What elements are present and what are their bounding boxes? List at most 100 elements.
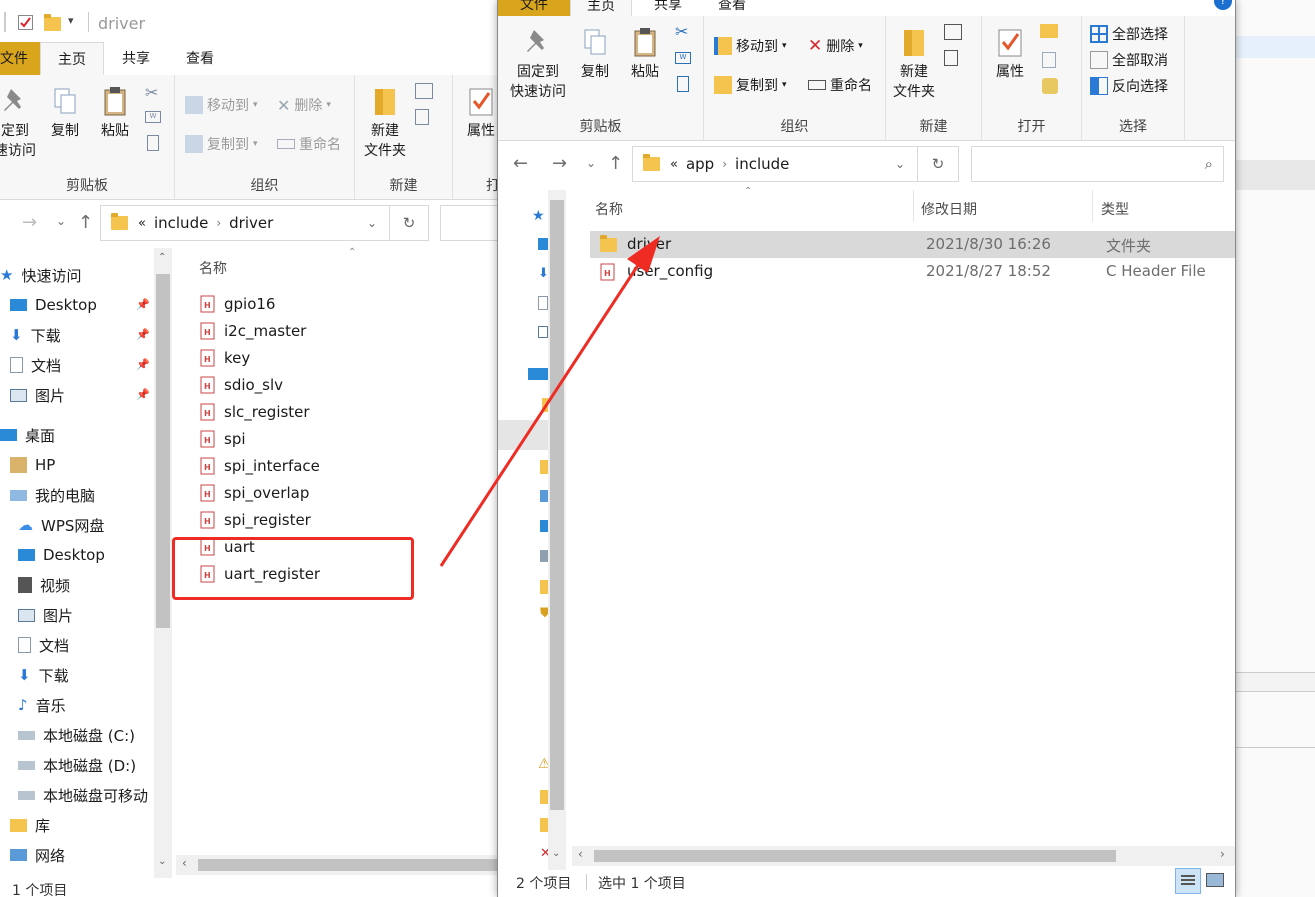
checkbox-icon[interactable] bbox=[18, 15, 33, 30]
file-row[interactable]: Huser_config 2021/8/27 18:52 C Header File bbox=[590, 258, 1235, 285]
picture-icon[interactable] bbox=[538, 326, 548, 338]
file-row[interactable]: Hspi_register bbox=[200, 506, 311, 533]
paste-shortcut-icon[interactable] bbox=[677, 76, 689, 92]
nav-item-hp[interactable]: HP bbox=[10, 450, 55, 480]
folder-icon[interactable] bbox=[540, 790, 548, 804]
copy-button[interactable]: 复制 bbox=[572, 26, 618, 82]
nav-item-music[interactable]: ♪ 音乐 bbox=[18, 690, 66, 720]
folder-icon[interactable] bbox=[540, 580, 548, 594]
search-input[interactable] bbox=[440, 205, 500, 241]
nav-scrollbar[interactable]: ⌄ bbox=[548, 190, 566, 870]
refresh-button[interactable]: ↻ bbox=[917, 146, 959, 182]
nav-item-pictures[interactable]: 图片 bbox=[10, 380, 65, 410]
up-icon[interactable]: ↑ bbox=[78, 212, 93, 233]
address-bar[interactable]: « include › driver ⌄ bbox=[100, 205, 390, 241]
nav-selected-item[interactable] bbox=[498, 420, 548, 450]
nav-item-quick-access[interactable]: ★ 快速访问 bbox=[0, 260, 81, 290]
large-icons-view-button[interactable] bbox=[1206, 873, 1224, 887]
paste-shortcut-icon[interactable] bbox=[147, 135, 159, 151]
column-header-type[interactable]: 类型 bbox=[1101, 199, 1129, 219]
address-overflow[interactable]: « bbox=[670, 157, 678, 172]
file-hscrollbar[interactable]: ‹ bbox=[176, 855, 500, 875]
file-hscroll-thumb[interactable] bbox=[594, 850, 1116, 862]
video-icon[interactable] bbox=[540, 550, 548, 562]
up-icon[interactable]: ↑ bbox=[608, 153, 623, 174]
move-to-button[interactable]: 移动到 ▾ bbox=[714, 36, 787, 56]
back-icon[interactable]: ← bbox=[513, 153, 528, 174]
delete-button[interactable]: ✕ 删除 ▾ bbox=[808, 36, 863, 56]
nav-item-my-computer[interactable]: 我的电脑 bbox=[10, 480, 95, 510]
refresh-button[interactable]: ↻ bbox=[389, 205, 429, 241]
copy-to-button[interactable]: 复制到 ▾ bbox=[714, 75, 787, 95]
folder-icon[interactable] bbox=[540, 818, 548, 832]
address-part-include[interactable]: include bbox=[154, 214, 208, 232]
forward-icon[interactable]: → bbox=[552, 153, 567, 174]
properties-button[interactable]: 属性 bbox=[988, 26, 1032, 82]
nav-item-desktop[interactable]: Desktop bbox=[10, 290, 97, 320]
desktop-icon[interactable] bbox=[528, 368, 548, 380]
file-row[interactable]: Hspi_interface bbox=[200, 452, 320, 479]
nav-item-network[interactable]: 网络 bbox=[10, 840, 65, 870]
history-icon[interactable] bbox=[1042, 78, 1058, 94]
tab-view[interactable]: 查看 bbox=[168, 42, 232, 76]
column-header-name[interactable]: 名称 bbox=[199, 258, 227, 278]
star-icon[interactable]: ★ bbox=[532, 208, 545, 224]
nav-item-desktop-root[interactable]: 桌面 bbox=[0, 420, 55, 450]
file-row[interactable]: Hspi bbox=[200, 425, 246, 452]
new-item-icon[interactable] bbox=[944, 24, 962, 40]
paste-button[interactable]: 粘贴 bbox=[92, 85, 138, 141]
tab-home[interactable]: 主页 bbox=[40, 42, 104, 76]
new-folder-button[interactable]: 新建 文件夹 bbox=[888, 26, 940, 102]
rename-button[interactable]: 重命名 bbox=[808, 75, 872, 95]
nav-scroll-thumb[interactable] bbox=[156, 274, 170, 628]
scroll-up-icon[interactable]: ⌃ bbox=[158, 252, 166, 263]
select-none-button[interactable]: 全部取消 bbox=[1090, 50, 1168, 70]
scroll-right-icon[interactable]: › bbox=[1220, 847, 1225, 861]
address-overflow[interactable]: « bbox=[138, 216, 146, 231]
nav-scroll-thumb[interactable] bbox=[550, 200, 564, 810]
file-row[interactable]: Hgpio16 bbox=[200, 290, 275, 317]
address-part-include[interactable]: include bbox=[735, 155, 789, 173]
folder-icon[interactable] bbox=[540, 460, 548, 474]
address-dropdown-icon[interactable]: ⌄ bbox=[367, 216, 377, 230]
desktop-icon[interactable] bbox=[538, 238, 548, 250]
address-bar[interactable]: « app › include ⌄ bbox=[632, 146, 918, 182]
file-row[interactable]: Hi2c_master bbox=[200, 317, 306, 344]
column-header-date[interactable]: 修改日期 bbox=[921, 199, 977, 219]
nav-item-downloads[interactable]: ⬇ 下载 bbox=[10, 320, 61, 350]
delete-button[interactable]: ✕ 删除 ▾ bbox=[277, 95, 331, 115]
new-folder-button[interactable]: 新建 文件夹 bbox=[359, 85, 411, 161]
copy-button[interactable]: 复制 bbox=[42, 85, 88, 141]
cut-icon[interactable]: ✂ bbox=[675, 22, 688, 41]
document-icon[interactable] bbox=[538, 296, 548, 310]
recent-dropdown-icon[interactable]: ⌄ bbox=[56, 214, 66, 228]
invert-selection-button[interactable]: 反向选择 bbox=[1090, 76, 1168, 96]
properties-button[interactable]: 属性 bbox=[459, 85, 500, 141]
nav-item-downloads-2[interactable]: ⬇ 下载 bbox=[18, 660, 69, 690]
file-hscrollbar[interactable]: ‹ › bbox=[572, 846, 1235, 866]
address-part-driver[interactable]: driver bbox=[229, 214, 273, 232]
copy-path-icon[interactable]: W bbox=[675, 52, 691, 64]
rename-button[interactable]: 重命名 bbox=[277, 134, 341, 154]
address-dropdown-icon[interactable]: ⌄ bbox=[895, 157, 905, 171]
easy-access-icon[interactable] bbox=[415, 109, 429, 125]
file-hscroll-thumb[interactable] bbox=[198, 859, 498, 871]
nav-item-pictures-2[interactable]: 图片 bbox=[18, 600, 73, 630]
nav-scrollbar[interactable]: ⌃ ⌄ bbox=[154, 248, 172, 878]
file-row[interactable]: driver 2021/8/30 16:26 文件夹 bbox=[590, 231, 1235, 258]
tab-file[interactable]: 文件 bbox=[0, 42, 40, 76]
scroll-left-icon[interactable]: ‹ bbox=[182, 856, 187, 870]
file-row[interactable]: Hkey bbox=[200, 344, 250, 371]
copy-path-icon[interactable]: W bbox=[145, 111, 161, 123]
new-item-icon[interactable] bbox=[415, 83, 433, 99]
recent-dropdown-icon[interactable]: ⌄ bbox=[586, 156, 596, 170]
nav-item-documents[interactable]: 文档 bbox=[10, 350, 61, 380]
copy-to-button[interactable]: 复制到 ▾ bbox=[185, 134, 258, 154]
address-part-app[interactable]: app bbox=[686, 155, 714, 173]
help-icon[interactable]: ? bbox=[1214, 0, 1232, 10]
nav-item-videos[interactable]: 视频 bbox=[18, 570, 70, 600]
column-header-name[interactable]: 名称 bbox=[595, 199, 623, 219]
select-all-button[interactable]: 全部选择 bbox=[1090, 24, 1168, 44]
nav-item-libraries[interactable]: 库 bbox=[10, 810, 50, 840]
pin-quick-access-button[interactable]: 定到 速访问 bbox=[0, 85, 40, 161]
